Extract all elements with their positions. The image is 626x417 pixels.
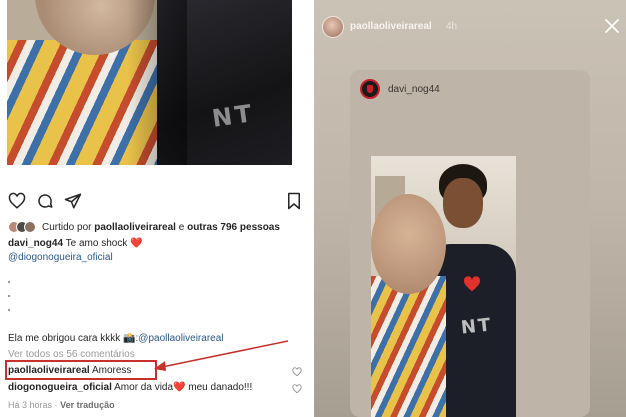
photo-shirt-print: NT xyxy=(459,314,494,339)
story-header: paollaoliveirareal 4h xyxy=(314,0,626,60)
story-username[interactable]: paollaoliveirareal xyxy=(350,21,432,32)
share-paper-plane-icon[interactable] xyxy=(64,192,82,210)
comment-like-heart-icon[interactable] xyxy=(292,384,302,394)
caption-dot xyxy=(8,281,10,283)
photo-shirt-print: NT xyxy=(210,99,257,133)
story-avatar[interactable] xyxy=(322,16,344,38)
liked-by-text: Curtido por paollaoliveirareal e outras … xyxy=(42,221,280,233)
shared-author-name[interactable]: davi_nog44 xyxy=(388,84,440,95)
close-icon[interactable] xyxy=(604,18,620,34)
shared-post-card[interactable]: davi_nog44 NT xyxy=(350,70,590,417)
comment-username[interactable]: diogonogueira_oficial xyxy=(8,382,112,393)
liked-by-row[interactable]: Curtido por paollaoliveirareal e outras … xyxy=(8,220,280,234)
caption-text: Te amo shock xyxy=(65,238,128,249)
liker-avatar xyxy=(24,221,36,233)
post-photo[interactable]: NT xyxy=(7,0,292,165)
caption-username[interactable]: davi_nog44 xyxy=(8,238,63,249)
caption-heart-emoji: ❤️ xyxy=(130,238,143,249)
annotation-arrow xyxy=(154,340,289,371)
photo-boy-face xyxy=(443,178,483,228)
comment-footer: Há 3 horas · Ver tradução xyxy=(8,400,115,410)
comment-time: Há 3 horas xyxy=(8,400,53,410)
footer-separator: · xyxy=(54,400,58,410)
caption-line-2-text: Ela me obrigou cara kkkk xyxy=(8,333,121,344)
photo-man-face xyxy=(371,194,446,294)
comment-heart-emoji: ❤️ xyxy=(173,382,186,393)
shared-post-header: davi_nog44 xyxy=(360,78,440,100)
story-time: 4h xyxy=(446,21,458,32)
camera-emoji: 📸 xyxy=(123,333,136,344)
caption-line: davi_nog44 Te amo shock ❤️ xyxy=(8,238,143,249)
view-all-comments-link[interactable]: Ver todos os 56 comentários xyxy=(8,349,135,360)
bookmark-icon[interactable] xyxy=(285,192,303,210)
caption-mention[interactable]: @diogonogueira_oficial xyxy=(8,252,113,263)
heart-sticker-icon xyxy=(463,276,481,292)
story-panel: paollaoliveirareal 4h davi_nog44 NT xyxy=(314,0,626,417)
comment-icon[interactable] xyxy=(36,192,54,210)
comment-row: diogonogueira_oficial Amor da vida❤️ meu… xyxy=(8,382,252,393)
comment-like-heart-icon[interactable] xyxy=(292,367,302,377)
comment-text-after: meu danado!!! xyxy=(185,382,253,393)
like-heart-icon[interactable] xyxy=(8,192,26,210)
comment-text: Amor da vida xyxy=(114,382,174,393)
feed-post-panel: NT Curtido por paollaoliveirareal e outr… xyxy=(0,0,310,417)
photo-man-shirt xyxy=(371,276,446,417)
comment-highlight-box xyxy=(5,360,157,380)
post-action-bar xyxy=(8,192,303,210)
translate-link[interactable]: Ver tradução xyxy=(60,400,115,410)
caption-dot xyxy=(8,309,10,311)
photo-shadow xyxy=(127,0,187,165)
shared-author-avatar[interactable] xyxy=(360,79,380,99)
caption-dot xyxy=(8,295,10,297)
shared-post-photo[interactable]: NT xyxy=(371,156,516,417)
